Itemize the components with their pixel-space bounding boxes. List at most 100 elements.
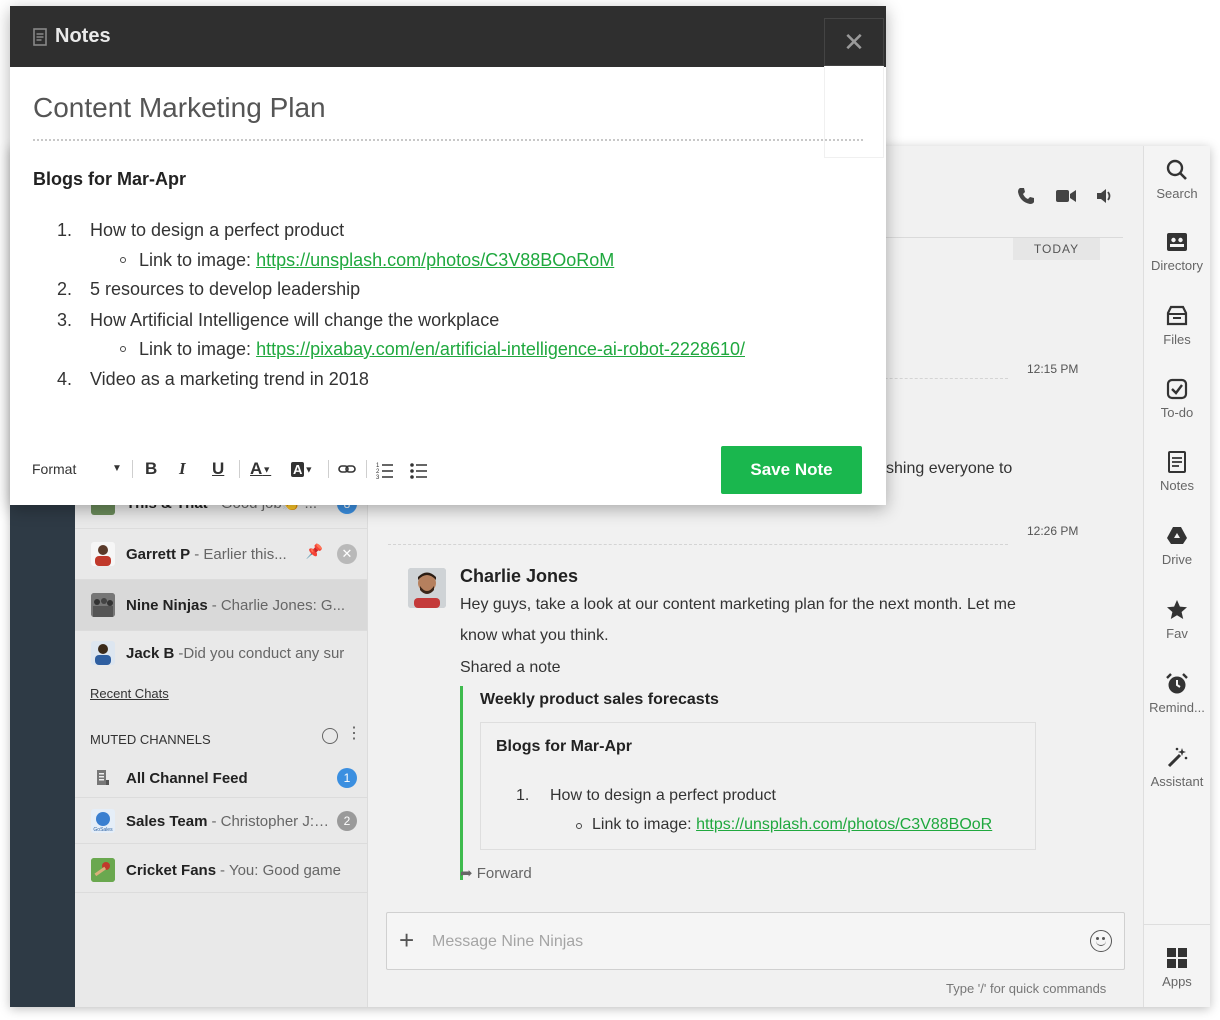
bullet: [120, 346, 126, 352]
sidebar-item-fav[interactable]: Fav: [1144, 598, 1210, 641]
sidebar-item-apps[interactable]: Apps: [1144, 946, 1210, 989]
sidebar-item-drive[interactable]: Drive: [1144, 524, 1210, 567]
phone-icon[interactable]: [1016, 186, 1036, 211]
image-link[interactable]: https://pixabay.com/en/artificial-intell…: [256, 339, 745, 359]
shared-note-title[interactable]: Weekly product sales forecasts: [480, 691, 719, 709]
italic-button[interactable]: I: [179, 454, 186, 484]
drive-icon: [1167, 527, 1187, 544]
format-label: Format: [32, 461, 77, 477]
message-text: know what you think.: [460, 627, 609, 644]
sidebar-item-label: Notes: [1160, 478, 1194, 493]
chat-row-cricket-fans[interactable]: Cricket Fans - You: Good game: [75, 845, 367, 895]
forward-label: Forward: [476, 865, 532, 882]
apps-grid-icon: [1167, 948, 1187, 968]
list-number: 2.: [57, 279, 73, 299]
link-button[interactable]: [338, 454, 356, 484]
chat-row-nine-ninjas[interactable]: Nine Ninjas - Charlie Jones: G...: [75, 580, 367, 630]
font-color-icon: A: [250, 459, 263, 478]
save-note-button[interactable]: Save Note: [721, 446, 862, 494]
sidebar-item-search[interactable]: Search: [1144, 158, 1210, 201]
alarm-clock-icon: [1166, 673, 1188, 694]
globe-icon[interactable]: [322, 728, 338, 744]
more-icon[interactable]: ⋮: [346, 726, 362, 742]
list-sub-item[interactable]: Link to image: https://pixabay.com/en/ar…: [139, 339, 745, 360]
timestamp: 12:26 PM: [1027, 524, 1079, 538]
chevron-down-icon: ▼: [262, 464, 272, 475]
chat-preview: -Did you conduct any sur: [178, 644, 345, 662]
note-icon: [33, 28, 47, 46]
forward-button[interactable]: ➦ Forward: [460, 864, 532, 882]
chat-preview: - Christopher J: d.: [211, 812, 330, 830]
chat-row-jack-b[interactable]: Jack B -Did you conduct any sur: [75, 628, 367, 678]
plus-icon[interactable]: +: [399, 925, 414, 955]
message-input-box[interactable]: + Message Nine Ninjas: [386, 912, 1125, 970]
format-dropdown[interactable]: Format ▼: [32, 454, 122, 484]
unread-badge: 1: [337, 768, 357, 788]
list-item[interactable]: How to design a perfect product: [90, 220, 344, 241]
link-label: Link to image:: [139, 339, 257, 359]
notes-header-title: Notes: [55, 25, 111, 47]
note-title[interactable]: Content Marketing Plan: [33, 92, 326, 124]
list-item[interactable]: 5 resources to develop leadership: [90, 279, 360, 300]
search-icon: [1166, 159, 1187, 180]
close-icon[interactable]: ✕: [337, 544, 357, 564]
sidebar-item-label: Drive: [1161, 552, 1193, 567]
font-color-button[interactable]: A▼: [250, 454, 271, 484]
title-separator: [33, 139, 863, 141]
sidebar-item-label: Files: [1163, 332, 1191, 347]
right-sidebar: Search Directory Files To-do Notes Drive…: [1143, 146, 1210, 1007]
sidebar-item-label: To-do: [1160, 405, 1194, 420]
list-item[interactable]: How Artificial Intelligence will change …: [90, 310, 499, 331]
chat-name: All Channel Feed: [126, 769, 248, 787]
bg-color-button[interactable]: A ▼: [291, 454, 313, 484]
sidebar-item-directory[interactable]: Directory: [1144, 230, 1210, 273]
video-icon[interactable]: [1055, 186, 1077, 211]
chat-row-garrett-p[interactable]: Garrett P - Earlier this... 📌 ✕: [75, 529, 367, 579]
list-number: 3.: [57, 310, 73, 330]
sidebar-item-to-do[interactable]: To-do: [1144, 377, 1210, 420]
shared-note-card[interactable]: Blogs for Mar-Apr 1. How to design a per…: [480, 722, 1036, 850]
sidebar-item-notes[interactable]: Notes: [1144, 450, 1210, 493]
bullet: [120, 257, 126, 263]
ordered-list-button[interactable]: 123: [376, 454, 394, 484]
bg-color-icon: A: [291, 462, 305, 477]
todo-icon: [1166, 378, 1188, 400]
sidebar-item-remind[interactable]: Remind...: [1144, 672, 1210, 715]
bullet-list-icon: [410, 463, 427, 479]
close-icon[interactable]: ✕: [824, 18, 884, 66]
emoji-icon[interactable]: [1090, 930, 1112, 952]
chat-row-sales-team[interactable]: GoSales Sales Team - Christopher J: d. 2: [75, 796, 367, 846]
sidebar-item-files[interactable]: Files: [1144, 304, 1210, 347]
note-subtitle[interactable]: Blogs for Mar-Apr: [33, 169, 186, 190]
card-link[interactable]: https://unsplash.com/photos/C3V88BOoR: [696, 816, 992, 833]
speaker-icon[interactable]: [1095, 186, 1115, 211]
list-number: 4.: [57, 369, 73, 389]
sidebar-item-label: Apps: [1162, 974, 1192, 989]
list-sub-item[interactable]: Link to image: https://unsplash.com/phot…: [139, 250, 614, 271]
feed-icon: [91, 766, 115, 790]
link-icon: [338, 465, 356, 473]
pin-icon[interactable]: 📌: [306, 543, 323, 560]
sidebar-item-label: Fav: [1166, 626, 1188, 641]
shared-note-accent: [460, 686, 463, 880]
message-text: Hey guys, take a look at our content mar…: [460, 596, 1016, 613]
list-item[interactable]: Video as a marketing trend in 2018: [90, 369, 369, 390]
chat-name: Sales Team: [126, 812, 208, 830]
files-icon: [1166, 305, 1188, 326]
recent-chats-link[interactable]: Recent Chats: [90, 686, 169, 701]
message-input[interactable]: Message Nine Ninjas: [432, 933, 583, 951]
avatar: [91, 641, 115, 665]
bullet-list-button[interactable]: [410, 454, 428, 484]
notes-header: Notes: [10, 6, 886, 67]
chevron-down-icon: ▼: [304, 464, 314, 475]
sidebar-item-assistant[interactable]: Assistant: [1144, 746, 1210, 789]
chat-preview: - Earlier this...: [194, 545, 287, 563]
bold-button[interactable]: B: [145, 454, 157, 484]
avatar: [91, 593, 115, 617]
image-link[interactable]: https://unsplash.com/photos/C3V88BOoRoM: [256, 250, 614, 270]
chat-preview: - You: Good game: [220, 861, 341, 879]
chat-name: Nine Ninjas: [126, 596, 208, 614]
date-divider: TODAY: [1013, 238, 1100, 260]
avatar: [91, 542, 115, 566]
underline-button[interactable]: U: [212, 454, 224, 484]
